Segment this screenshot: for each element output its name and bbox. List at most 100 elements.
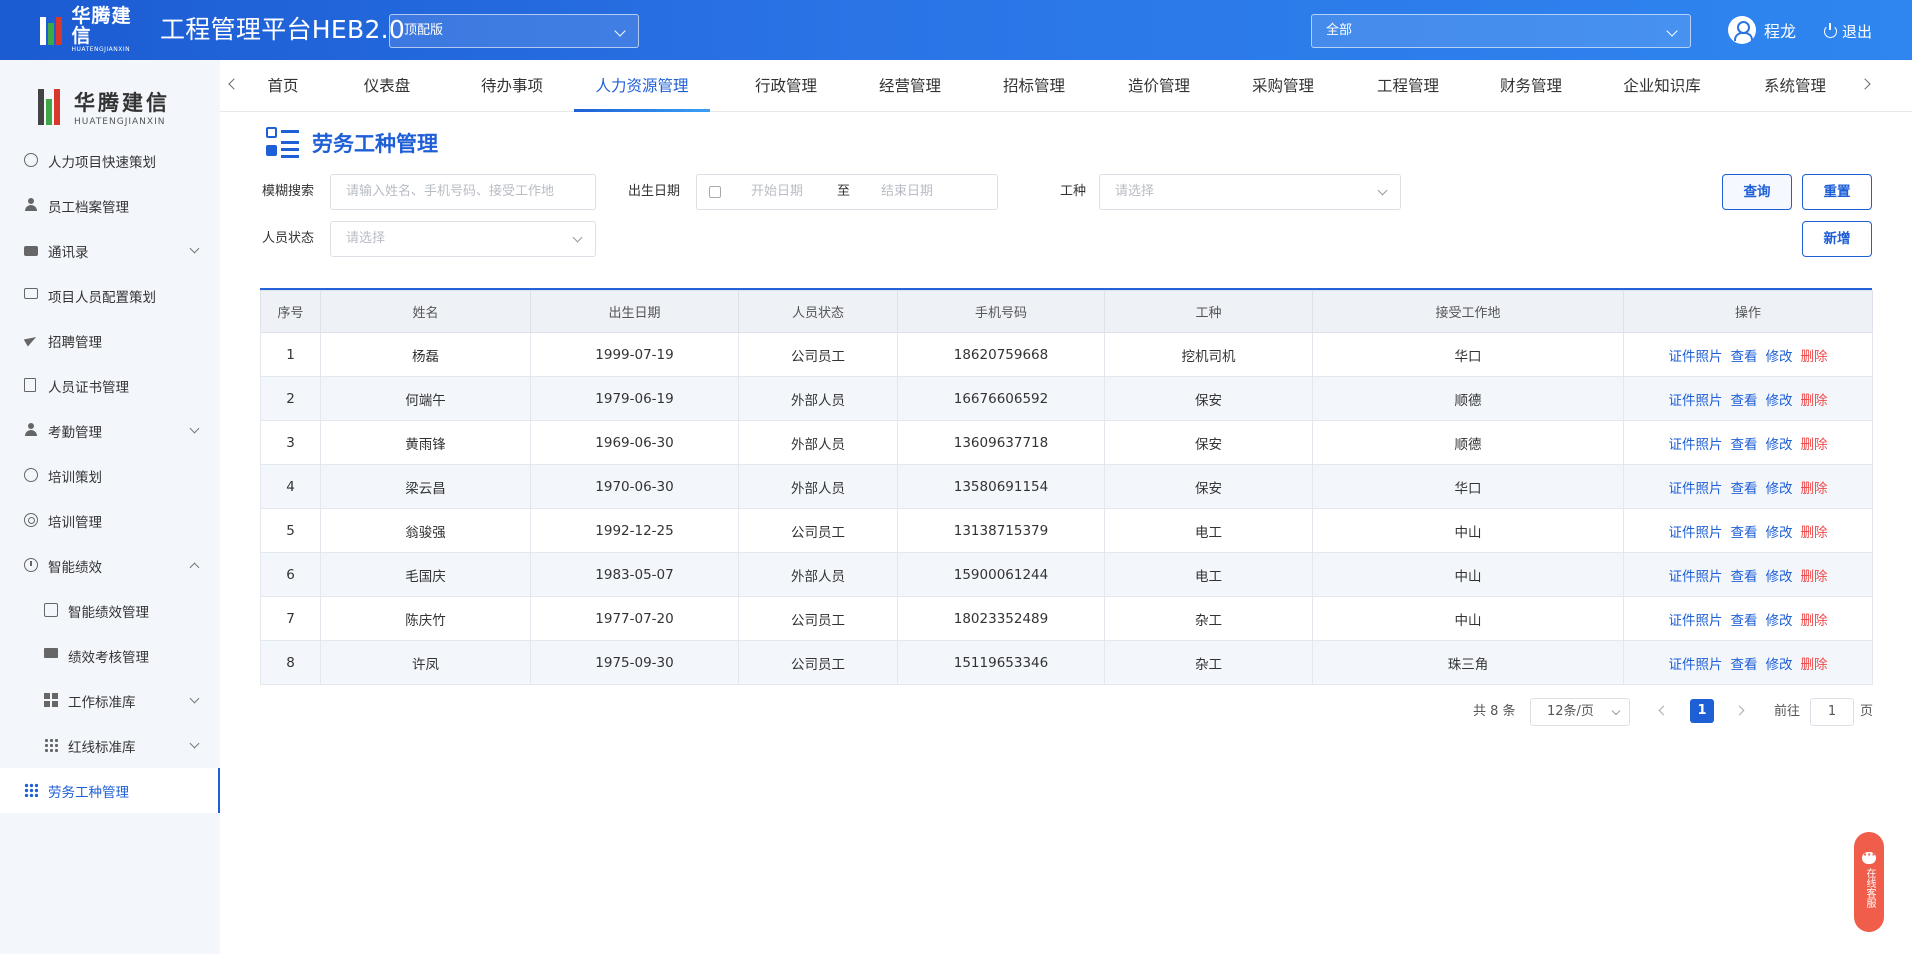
logout-button[interactable]: 退出 <box>1824 21 1872 42</box>
id-photo-link[interactable]: 证件照片 <box>1669 481 1723 497</box>
add-button[interactable]: 新增 <box>1802 221 1872 257</box>
table-row: 2 何端午 1979-06-19 外部人员 16676606592 保安 顺德 证件照片 查看修… <box>260 376 1873 421</box>
id-photo-link[interactable]: 证件照片 <box>1669 349 1723 365</box>
edit-link[interactable]: 修改 <box>1766 569 1793 585</box>
table-cell: 陈庆竹 <box>320 596 531 641</box>
tab-cost[interactable]: 造价管理 <box>1114 60 1204 112</box>
tab-hr[interactable]: 人力资源管理 <box>574 60 710 112</box>
id-photo-link[interactable]: 证件照片 <box>1669 437 1723 453</box>
sidebar-item-recruitment[interactable]: 招聘管理 <box>0 318 220 363</box>
tab-home[interactable]: 首页 <box>250 60 316 112</box>
edit-link[interactable]: 修改 <box>1766 481 1793 497</box>
chevron-down-icon <box>1666 25 1678 37</box>
sidebar-item-contacts[interactable]: 通讯录 <box>0 228 220 273</box>
tab-bidding[interactable]: 招标管理 <box>989 60 1079 112</box>
tab-business[interactable]: 经营管理 <box>865 60 955 112</box>
id-photo-link[interactable]: 证件照片 <box>1669 569 1723 585</box>
tab-finance[interactable]: 财务管理 <box>1486 60 1576 112</box>
tab-engineering[interactable]: 工程管理 <box>1363 60 1453 112</box>
sidebar-item-certificates[interactable]: 人员证书管理 <box>0 363 220 408</box>
sidebar-item-attendance[interactable]: 考勤管理 <box>0 408 220 453</box>
table-cell: 6 <box>260 552 321 597</box>
tab-system[interactable]: 系统管理 <box>1750 60 1840 112</box>
sidebar-item-labor-trades[interactable]: 劳务工种管理 <box>0 768 220 813</box>
tab-procurement[interactable]: 采购管理 <box>1238 60 1328 112</box>
view-link[interactable]: 查看 <box>1731 393 1758 409</box>
tab-admin[interactable]: 行政管理 <box>741 60 831 112</box>
delete-link[interactable]: 删除 <box>1801 525 1828 541</box>
view-link[interactable]: 查看 <box>1731 481 1758 497</box>
table-cell: 1970-06-30 <box>530 464 739 509</box>
chevron-up-icon <box>189 562 200 573</box>
sidebar-item-training-plan[interactable]: 培训策划 <box>0 453 220 498</box>
id-photo-link[interactable]: 证件照片 <box>1669 613 1723 629</box>
page-number-current[interactable]: 1 <box>1690 699 1714 723</box>
page-size-value: 12条/页 <box>1547 704 1594 719</box>
birth-date-range-picker[interactable]: 开始日期 至 结束日期 <box>696 174 998 210</box>
table-cell: 外部人员 <box>738 420 898 465</box>
sidebar-item-performance-review[interactable]: 绩效考核管理 <box>0 633 220 678</box>
sidebar-item-redline-standards[interactable]: 红线标准库 <box>0 723 220 768</box>
trade-select[interactable]: 请选择 <box>1099 174 1401 210</box>
fuzzy-search-input[interactable]: 请输入姓名、手机号码、接受工作地 <box>330 174 596 210</box>
edit-link[interactable]: 修改 <box>1766 657 1793 673</box>
page-title: 劳务工种管理 <box>266 126 438 160</box>
view-link[interactable]: 查看 <box>1731 525 1758 541</box>
sidebar-item-smart-performance[interactable]: 智能绩效 <box>0 543 220 588</box>
table-cell: 何端午 <box>320 376 531 421</box>
sidebar-item-performance-mgmt[interactable]: 智能绩效管理 <box>0 588 220 633</box>
edit-link[interactable]: 修改 <box>1766 393 1793 409</box>
scope-select[interactable]: 全部 <box>1311 14 1691 48</box>
page-size-select[interactable]: 12条/页 <box>1530 698 1630 726</box>
tab-dashboard[interactable]: 仪表盘 <box>347 60 427 112</box>
sidebar-item-employee-archive[interactable]: 员工档案管理 <box>0 183 220 228</box>
id-photo-link[interactable]: 证件照片 <box>1669 657 1723 673</box>
query-button[interactable]: 查询 <box>1722 174 1792 210</box>
view-link[interactable]: 查看 <box>1731 657 1758 673</box>
tab-knowledge[interactable]: 企业知识库 <box>1609 60 1715 112</box>
id-photo-link[interactable]: 证件照片 <box>1669 525 1723 541</box>
monitor-icon <box>24 288 38 299</box>
sidebar-item-staffing-plan[interactable]: 项目人员配置策划 <box>0 273 220 318</box>
delete-link[interactable]: 删除 <box>1801 349 1828 365</box>
col-header: 手机号码 <box>897 290 1105 333</box>
delete-link[interactable]: 删除 <box>1801 437 1828 453</box>
id-photo-link[interactable]: 证件照片 <box>1669 393 1723 409</box>
table-cell: 4 <box>260 464 321 509</box>
view-link[interactable]: 查看 <box>1731 437 1758 453</box>
delete-link[interactable]: 删除 <box>1801 569 1828 585</box>
tab-todo[interactable]: 待办事项 <box>462 60 562 112</box>
next-page-icon[interactable] <box>1734 705 1745 716</box>
table-row: 8 许凤 1975-09-30 公司员工 15119653346 杂工 珠三角 证件照片 查看修… <box>260 640 1873 685</box>
chevron-down-icon <box>572 232 583 243</box>
delete-link[interactable]: 删除 <box>1801 657 1828 673</box>
chevron-right-icon[interactable] <box>1859 78 1871 90</box>
table-cell: 顺德 <box>1312 420 1624 465</box>
user-name: 程龙 <box>1764 22 1797 41</box>
table-cell: 中山 <box>1312 508 1624 553</box>
sidebar-item-work-standards[interactable]: 工作标准库 <box>0 678 220 723</box>
chevron-left-icon[interactable] <box>228 78 240 90</box>
view-link[interactable]: 查看 <box>1731 569 1758 585</box>
status-select[interactable]: 请选择 <box>330 221 596 257</box>
edition-select[interactable]: 顶配版 <box>389 14 639 48</box>
edit-link[interactable]: 修改 <box>1766 437 1793 453</box>
reset-button[interactable]: 重置 <box>1802 174 1872 210</box>
col-header: 序号 <box>260 290 321 333</box>
delete-link[interactable]: 删除 <box>1801 613 1828 629</box>
desktop-icon <box>44 648 58 658</box>
view-link[interactable]: 查看 <box>1731 613 1758 629</box>
view-link[interactable]: 查看 <box>1731 349 1758 365</box>
delete-link[interactable]: 删除 <box>1801 481 1828 497</box>
user-menu[interactable]: 程龙 <box>1728 16 1796 44</box>
edit-link[interactable]: 修改 <box>1766 349 1793 365</box>
goto-page-input[interactable]: 1 <box>1810 698 1854 726</box>
goto-label: 前往 <box>1774 704 1801 719</box>
edit-link[interactable]: 修改 <box>1766 525 1793 541</box>
online-service-widget[interactable]: 在线客服 <box>1854 832 1884 932</box>
delete-link[interactable]: 删除 <box>1801 393 1828 409</box>
sidebar-item-training[interactable]: 培训管理 <box>0 498 220 543</box>
edit-link[interactable]: 修改 <box>1766 613 1793 629</box>
prev-page-icon[interactable] <box>1658 705 1669 716</box>
sidebar-item-hr-quick-plan[interactable]: 人力项目快速策划 <box>0 138 220 183</box>
